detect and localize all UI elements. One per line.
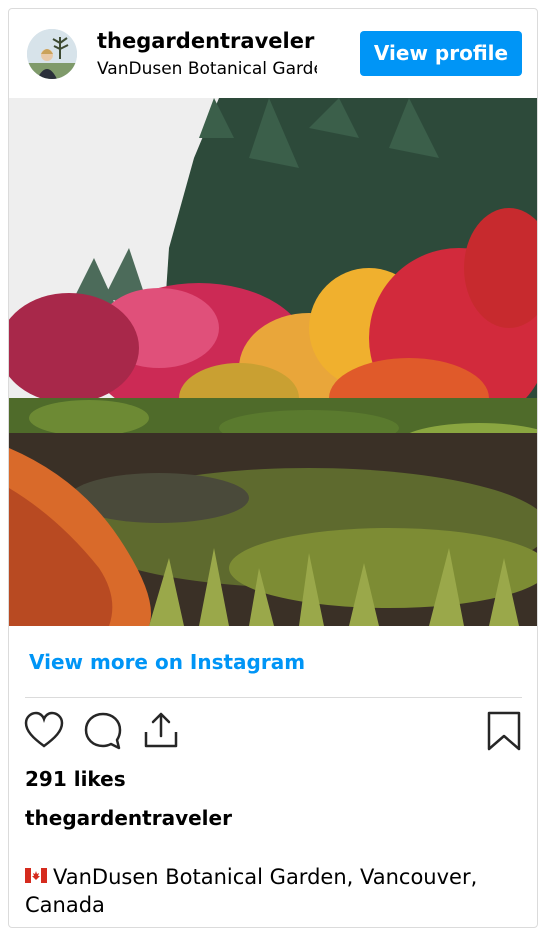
post-location[interactable]: VanDusen Botanical Garden	[97, 59, 317, 79]
post-photo[interactable]	[9, 98, 537, 626]
canada-flag-icon	[25, 868, 47, 883]
view-more-link[interactable]: View more on Instagram	[29, 650, 305, 674]
avatar[interactable]	[27, 29, 77, 79]
save-button[interactable]	[483, 710, 525, 752]
comment-icon	[84, 712, 122, 750]
post-header: thegardentraveler VanDusen Botanical Gar…	[9, 9, 537, 98]
profile-username[interactable]: thegardentraveler	[97, 29, 314, 53]
view-profile-button[interactable]: View profile	[360, 31, 522, 76]
caption-text: VanDusen Botanical Garden, Vancouver, Ca…	[25, 865, 478, 917]
likes-count[interactable]: 291 likes	[25, 767, 126, 791]
like-button[interactable]	[23, 710, 65, 752]
share-icon	[144, 712, 178, 748]
share-button[interactable]	[140, 710, 182, 752]
heart-icon	[24, 711, 64, 748]
caption-username[interactable]: thegardentraveler	[25, 806, 232, 830]
comment-button[interactable]	[82, 710, 124, 752]
divider	[25, 697, 522, 698]
instagram-embed-card: thegardentraveler VanDusen Botanical Gar…	[8, 8, 538, 928]
bookmark-icon	[487, 711, 521, 751]
caption: VanDusen Botanical Garden, Vancouver, Ca…	[25, 863, 505, 919]
